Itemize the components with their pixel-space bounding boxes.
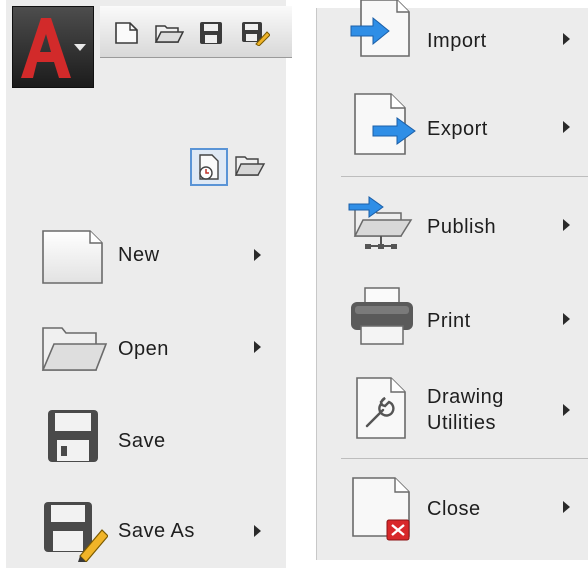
submenu-arrow-icon [563,404,570,416]
submenu-arrow-icon [563,121,570,133]
menu-item-import[interactable]: Import [317,0,588,76]
menu-item-print-label: Print [427,310,471,332]
recent-documents-icon [199,154,219,180]
publish-icon [348,196,413,249]
open-documents-button[interactable] [232,148,270,186]
save-as-icon [44,502,108,562]
menu-item-drawing-utilities-label-line2: Utilities [427,412,496,434]
open-folder-icon [41,327,108,371]
menu-item-publish[interactable]: Publish [317,188,588,266]
autocad-logo-icon [21,18,71,78]
submenu-arrow-icon [254,341,261,353]
save-icon[interactable] [196,20,226,46]
menu-item-open[interactable]: Open [6,310,286,388]
menu-item-close-label: Close [427,498,481,520]
submenu-arrow-icon [563,313,570,325]
menu-item-save[interactable]: Save [6,400,286,478]
menu-item-new-label: New [118,244,160,266]
menu-item-import-label: Import [427,30,487,52]
application-menu-right: Import Export Publish Print Drawing Util… [316,0,588,560]
open-documents-icon [234,156,266,176]
submenu-arrow-icon [563,219,570,231]
menu-separator [341,176,588,177]
recent-documents-button[interactable] [190,148,228,186]
menu-item-drawing-utilities[interactable]: Drawing Utilities [317,372,588,454]
close-document-icon [352,477,410,541]
menu-item-save-label: Save [118,430,166,452]
printer-icon [351,287,413,345]
submenu-arrow-icon [254,249,261,261]
menu-separator [341,458,588,459]
menu-item-export-label: Export [427,118,488,140]
menu-item-close[interactable]: Close [317,470,588,548]
open-icon[interactable] [154,20,184,46]
new-icon[interactable] [112,20,142,46]
menu-item-save-as[interactable]: Save As [6,490,286,568]
menu-item-new[interactable]: New [6,218,286,296]
menu-item-save-as-label: Save As [118,520,195,542]
save-icon [48,410,98,462]
application-menu-left: New Open Save Save As [6,0,292,568]
menu-item-open-label: Open [118,338,169,360]
export-icon [354,93,416,155]
menu-item-publish-label: Publish [427,216,497,238]
submenu-arrow-icon [254,525,261,537]
save-as-icon[interactable] [240,20,270,46]
menu-item-drawing-utilities-label-line1: Drawing [427,386,504,408]
quick-access-toolbar [100,6,292,58]
drawing-utilities-icon [356,377,406,439]
import-icon [350,0,410,57]
submenu-arrow-icon [563,501,570,513]
chevron-down-icon [74,44,86,51]
application-button[interactable] [12,6,94,88]
new-icon [42,230,103,284]
menu-item-export[interactable]: Export [317,90,588,168]
submenu-arrow-icon [563,33,570,45]
menu-item-print[interactable]: Print [317,282,588,360]
